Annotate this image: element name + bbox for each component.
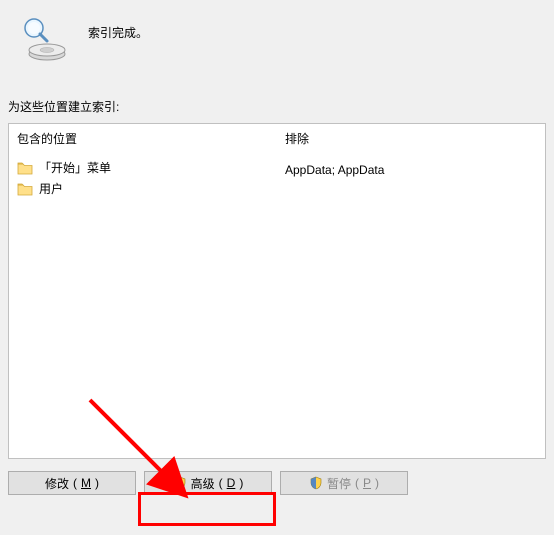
list-item[interactable]: 用户 <box>17 178 269 199</box>
item-name: 「开始」菜单 <box>39 159 111 176</box>
folder-icon <box>17 161 33 175</box>
pause-button[interactable]: 暂停(P) <box>280 471 408 495</box>
button-accel: M <box>81 476 91 490</box>
excluded-column: 排除 AppData; AppData <box>277 124 545 458</box>
drive-search-icon <box>20 14 68 62</box>
locations-list: 包含的位置 「开始」菜单 用户 排除 AppData; AppData <box>8 123 546 459</box>
button-label: 高级 <box>191 475 215 492</box>
locations-label: 为这些位置建立索引: <box>0 92 554 123</box>
included-header[interactable]: 包含的位置 <box>9 124 277 153</box>
excluded-header[interactable]: 排除 <box>277 124 545 153</box>
shield-icon <box>173 476 187 490</box>
exclude-value: AppData; AppData <box>285 161 537 179</box>
button-label: 暂停 <box>327 475 351 492</box>
item-name: 用户 <box>39 180 63 197</box>
button-bar: 修改(M) 高级(D) 暂停(P) <box>0 459 554 503</box>
button-accel: D <box>227 476 236 490</box>
button-label: 修改 <box>45 475 69 492</box>
folder-icon <box>17 182 33 196</box>
included-column: 包含的位置 「开始」菜单 用户 <box>9 124 277 458</box>
shield-icon <box>309 476 323 490</box>
button-accel: P <box>363 476 371 490</box>
advanced-button[interactable]: 高级(D) <box>144 471 272 495</box>
list-item[interactable]: 「开始」菜单 <box>17 157 269 178</box>
modify-button[interactable]: 修改(M) <box>8 471 136 495</box>
index-status-text: 索引完成。 <box>88 14 148 41</box>
status-section: 索引完成。 <box>0 0 554 92</box>
